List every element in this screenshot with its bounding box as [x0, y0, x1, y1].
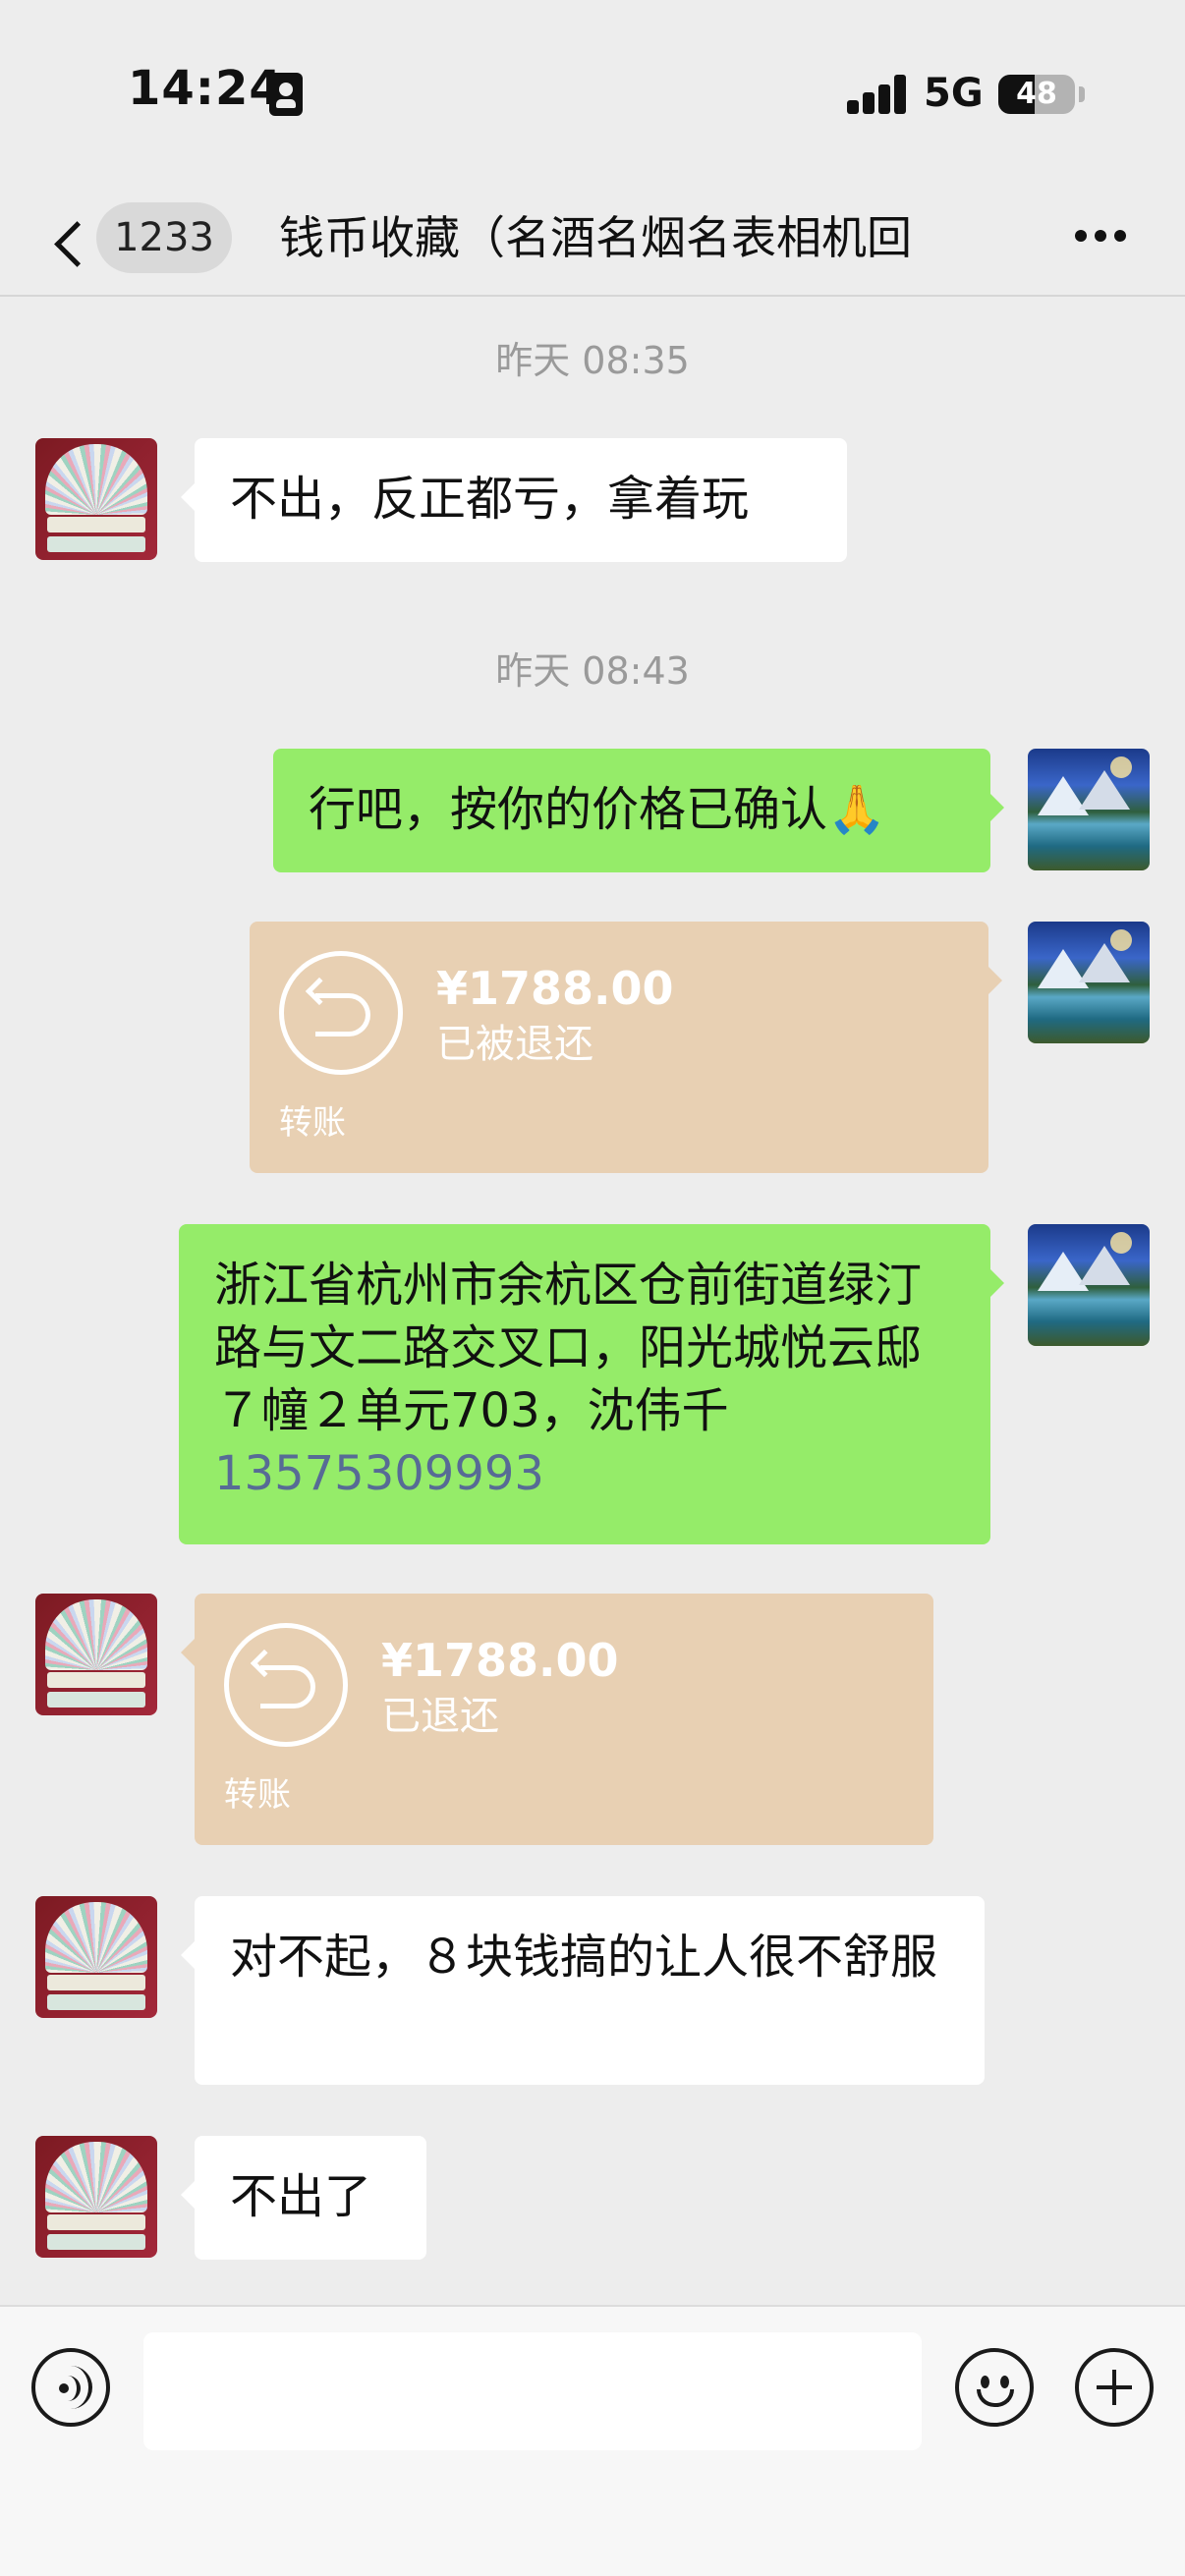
chat-title: 钱币收藏（名酒名烟名表相机回: [279, 211, 912, 264]
message-timestamp: 昨天 08:43: [495, 649, 690, 693]
message-text: 行吧，按你的价格已确认🙏: [309, 782, 886, 837]
input-bar: [0, 2305, 1185, 2576]
sent-message-bubble[interactable]: 行吧，按你的价格已确认🙏: [273, 749, 1004, 872]
status-bar: 14:24 5G 48: [0, 0, 1185, 187]
my-avatar[interactable]: [1028, 922, 1150, 1043]
unread-count-badge[interactable]: 1233: [96, 202, 232, 273]
status-time: 14:24: [128, 61, 283, 116]
sent-message-bubble[interactable]: 浙江省杭州市余杭区仓前街道绿汀路与文二路交叉口，阳光城悦云邸７幢２单元703，沈…: [179, 1224, 1004, 1544]
transfer-card-sent[interactable]: ¥1788.00 已被退还 转账: [250, 922, 1002, 1173]
chat-screen: 14:24 5G 48 1233 钱币收藏（名酒名烟名表相机回 昨天 08:35…: [0, 0, 1185, 2576]
message-text: 不出了: [230, 2169, 372, 2224]
address-text: 浙江省杭州市余杭区仓前街道绿汀路与文二路交叉口，阳光城悦云邸７幢２单元703，沈…: [214, 1258, 923, 1438]
message-text: 不出，反正都亏，拿着玩: [230, 472, 750, 527]
my-avatar[interactable]: [1028, 1224, 1150, 1346]
received-message-bubble[interactable]: 不出了: [181, 2136, 426, 2260]
received-message-bubble[interactable]: 不出，反正都亏，拿着玩: [181, 438, 847, 562]
my-avatar[interactable]: [1028, 749, 1150, 870]
message-text: 对不起，８块钱搞的让人很不舒服: [230, 1930, 938, 1985]
transfer-label: 转账: [224, 1775, 291, 1815]
transfer-returned-icon: [224, 1623, 348, 1747]
battery-cap: [1079, 86, 1085, 102]
transfer-card-received[interactable]: ¥1788.00 已退还 转账: [181, 1594, 933, 1845]
message-input[interactable]: [143, 2332, 922, 2450]
nav-bar: 1233 钱币收藏（名酒名烟名表相机回: [0, 187, 1185, 297]
contact-avatar[interactable]: [35, 438, 157, 560]
more-icon[interactable]: [1071, 230, 1130, 246]
transfer-status: 已退还: [381, 1694, 499, 1739]
contact-avatar[interactable]: [35, 2136, 157, 2258]
phone-number-link[interactable]: 13575309993: [214, 1446, 544, 1501]
transfer-returned-icon: [279, 951, 403, 1075]
sim-card-icon: [269, 73, 303, 116]
transfer-amount: ¥1788.00: [436, 962, 674, 1015]
network-label: 5G: [924, 71, 984, 116]
contact-avatar[interactable]: [35, 1896, 157, 2018]
battery-level: 48: [1016, 77, 1057, 111]
voice-icon[interactable]: [31, 2348, 110, 2427]
battery-icon: 48: [998, 75, 1075, 114]
transfer-status: 已被退还: [436, 1022, 593, 1067]
received-message-bubble[interactable]: 对不起，８块钱搞的让人很不舒服: [181, 1896, 985, 2085]
signal-icon: [847, 75, 908, 114]
plus-icon[interactable]: [1075, 2348, 1154, 2427]
emoji-icon[interactable]: [955, 2348, 1034, 2427]
contact-avatar[interactable]: [35, 1594, 157, 1715]
message-timestamp: 昨天 08:35: [495, 339, 690, 382]
back-icon[interactable]: [49, 222, 88, 261]
transfer-amount: ¥1788.00: [381, 1634, 619, 1687]
transfer-label: 转账: [279, 1103, 346, 1143]
